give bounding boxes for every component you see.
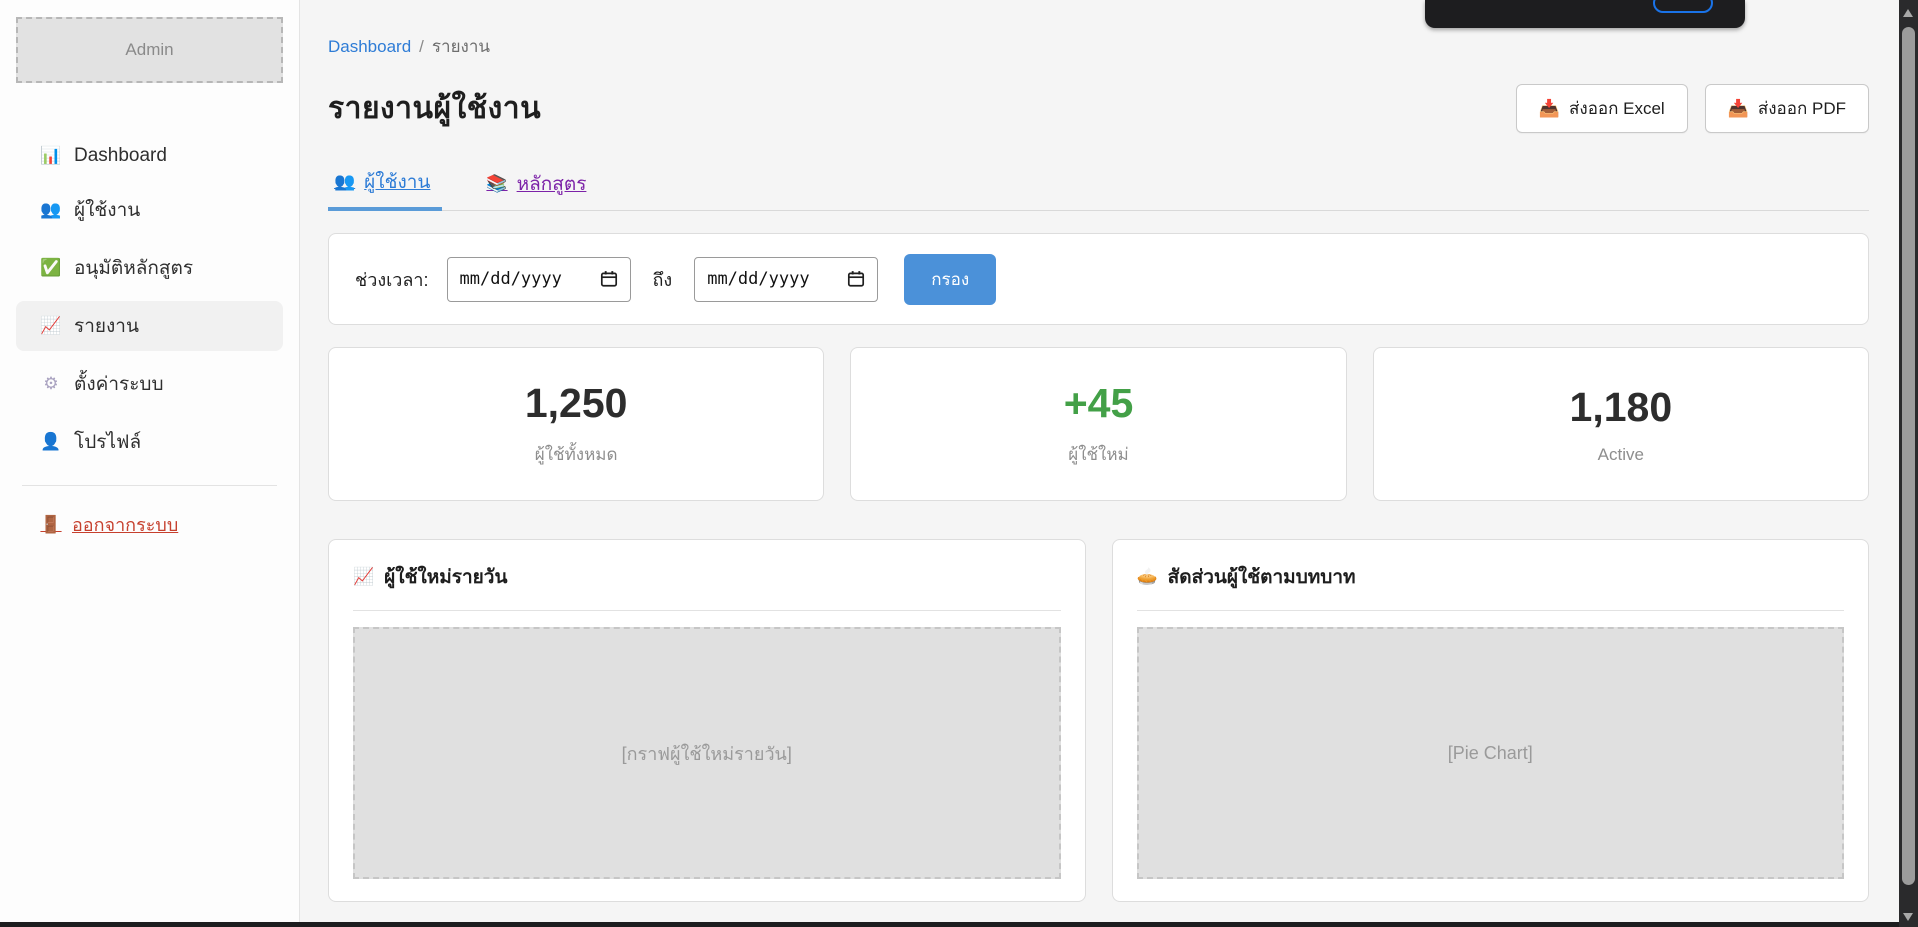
stat-value: +45 (1064, 380, 1134, 427)
title-row: รายงานผู้ใช้งาน 📥 ส่งออก Excel 📥 ส่งออก … (328, 84, 1869, 133)
stat-value: 1,250 (525, 380, 628, 427)
tab-courses[interactable]: 📚 หลักสูตร (480, 163, 598, 210)
user-roles-chart-card: 🥧 สัดส่วนผู้ใช้ตามบทบาท [Pie Chart] (1112, 539, 1870, 902)
sidebar: Admin 📊 Dashboard 👥 ผู้ใช้งาน ✅ อนุมัติห… (0, 0, 300, 927)
calendar-icon[interactable] (847, 270, 865, 288)
date-from-value: mm/dd/yyyy (460, 269, 562, 289)
banner-button-outline (1653, 0, 1713, 13)
sidebar-item-label: อนุมัติหลักสูตร (74, 253, 193, 283)
users-icon: 👥 (334, 172, 355, 192)
date-to-input[interactable]: mm/dd/yyyy (694, 257, 878, 302)
scrollbar-thumb[interactable] (1902, 27, 1915, 885)
stats-row: 1,250 ผู้ใช้ทั้งหมด +45 ผู้ใช้ใหม่ 1,180… (328, 347, 1869, 501)
main-content: Dashboard / รายงาน รายงานผู้ใช้งาน 📥 ส่งออ… (300, 0, 1899, 927)
breadcrumb: Dashboard / รายงาน (328, 33, 1869, 60)
chart-divider (353, 610, 1061, 611)
charts-row: 📈 ผู้ใช้ใหม่รายวัน [กราฟผู้ใช้ใหม่รายวัน… (328, 539, 1869, 902)
sidebar-item-label: Dashboard (74, 145, 167, 167)
tab-bar: 👥 ผู้ใช้งาน 📚 หลักสูตร (328, 163, 1869, 211)
sidebar-item-settings[interactable]: ⚙ ตั้งค่าระบบ (16, 359, 283, 409)
page-title: รายงานผู้ใช้งาน (328, 85, 541, 132)
calendar-icon[interactable] (600, 270, 618, 288)
export-pdf-button[interactable]: 📥 ส่งออก PDF (1705, 84, 1869, 133)
stat-card-new-users: +45 ผู้ใช้ใหม่ (850, 347, 1346, 501)
chart-title: ผู้ใช้ใหม่รายวัน (384, 562, 507, 592)
date-filter-card: ช่วงเวลา: mm/dd/yyyy ถึง mm/dd/yyyy กรอง (328, 233, 1869, 325)
sidebar-item-label: รายงาน (74, 311, 139, 341)
sidebar-item-dashboard[interactable]: 📊 Dashboard (16, 135, 283, 177)
stat-label: Active (1598, 445, 1644, 465)
chart-title-row: 📈 ผู้ใช้ใหม่รายวัน (353, 562, 1061, 592)
sidebar-item-label: ตั้งค่าระบบ (74, 369, 164, 399)
chart-up-icon: 📈 (353, 567, 374, 587)
placeholder-text: [กราฟผู้ใช้ใหม่รายวัน] (622, 739, 792, 768)
gear-icon: ⚙ (40, 374, 62, 394)
sidebar-divider (22, 485, 277, 486)
breadcrumb-current: รายงาน (432, 37, 490, 56)
export-excel-label: ส่งออก Excel (1569, 95, 1665, 122)
brand-label: Admin (125, 40, 173, 60)
chart-up-icon: 📈 (40, 316, 62, 336)
pie-icon: 🥧 (1137, 567, 1158, 587)
scroll-up-arrow-icon[interactable] (1903, 9, 1913, 17)
export-buttons: 📥 ส่งออก Excel 📥 ส่งออก PDF (1516, 84, 1869, 133)
stat-value: 1,180 (1570, 384, 1673, 431)
sidebar-item-label: ผู้ใช้งาน (74, 195, 140, 225)
admin-logo-placeholder: Admin (16, 17, 283, 83)
users-icon: 👥 (40, 200, 62, 220)
chart-title: สัดส่วนผู้ใช้ตามบทบาท (1168, 562, 1356, 592)
to-label: ถึง (653, 265, 673, 294)
stat-label: ผู้ใช้ทั้งหมด (535, 441, 618, 468)
filter-button[interactable]: กรอง (904, 254, 996, 305)
sidebar-item-label: โปรไฟล์ (74, 427, 141, 457)
stat-label: ผู้ใช้ใหม่ (1068, 441, 1129, 468)
scroll-down-arrow-icon[interactable] (1903, 913, 1913, 921)
sidebar-item-reports[interactable]: 📈 รายงาน (16, 301, 283, 351)
logout-label: ออกจากระบบ (72, 510, 178, 539)
sidebar-item-course-approval[interactable]: ✅ อนุมัติหลักสูตร (16, 243, 283, 293)
tab-courses-label: หลักสูตร (517, 169, 587, 199)
date-to-value: mm/dd/yyyy (707, 269, 809, 289)
export-pdf-label: ส่งออก PDF (1758, 95, 1846, 122)
date-range-label: ช่วงเวลา: (355, 265, 429, 294)
export-excel-button[interactable]: 📥 ส่งออก Excel (1516, 84, 1688, 133)
download-icon: 📥 (1728, 99, 1749, 119)
date-from-input[interactable]: mm/dd/yyyy (447, 257, 631, 302)
line-chart-placeholder: [กราฟผู้ใช้ใหม่รายวัน] (353, 627, 1061, 879)
app-window: Admin 📊 Dashboard 👥 ผู้ใช้งาน ✅ อนุมัติห… (0, 0, 1899, 927)
bar-chart-icon: 📊 (40, 146, 62, 166)
sidebar-nav: 📊 Dashboard 👥 ผู้ใช้งาน ✅ อนุมัติหลักสูต… (16, 135, 283, 467)
scrollbar[interactable] (1899, 0, 1918, 927)
stat-card-total-users: 1,250 ผู้ใช้ทั้งหมด (328, 347, 824, 501)
download-icon: 📥 (1539, 99, 1560, 119)
automation-banner (1425, 0, 1745, 28)
check-icon: ✅ (40, 258, 62, 278)
breadcrumb-separator: / (419, 37, 424, 56)
stat-card-active-users: 1,180 Active (1373, 347, 1869, 501)
daily-new-users-chart-card: 📈 ผู้ใช้ใหม่รายวัน [กราฟผู้ใช้ใหม่รายวัน… (328, 539, 1086, 902)
chart-title-row: 🥧 สัดส่วนผู้ใช้ตามบทบาท (1137, 562, 1845, 592)
chart-divider (1137, 610, 1845, 611)
tab-users[interactable]: 👥 ผู้ใช้งาน (328, 163, 442, 211)
person-icon: 👤 (40, 432, 62, 452)
breadcrumb-dashboard-link[interactable]: Dashboard (328, 37, 411, 56)
sidebar-item-profile[interactable]: 👤 โปรไฟล์ (16, 417, 283, 467)
bottom-dark-strip (0, 922, 1918, 927)
pie-chart-placeholder: [Pie Chart] (1137, 627, 1845, 879)
tab-users-label: ผู้ใช้งาน (364, 167, 430, 197)
sidebar-item-users[interactable]: 👥 ผู้ใช้งาน (16, 185, 283, 235)
placeholder-text: [Pie Chart] (1448, 743, 1533, 764)
door-icon: 🚪 (40, 515, 62, 535)
books-icon: 📚 (486, 174, 507, 194)
logout-link[interactable]: 🚪 ออกจากระบบ (16, 510, 283, 539)
